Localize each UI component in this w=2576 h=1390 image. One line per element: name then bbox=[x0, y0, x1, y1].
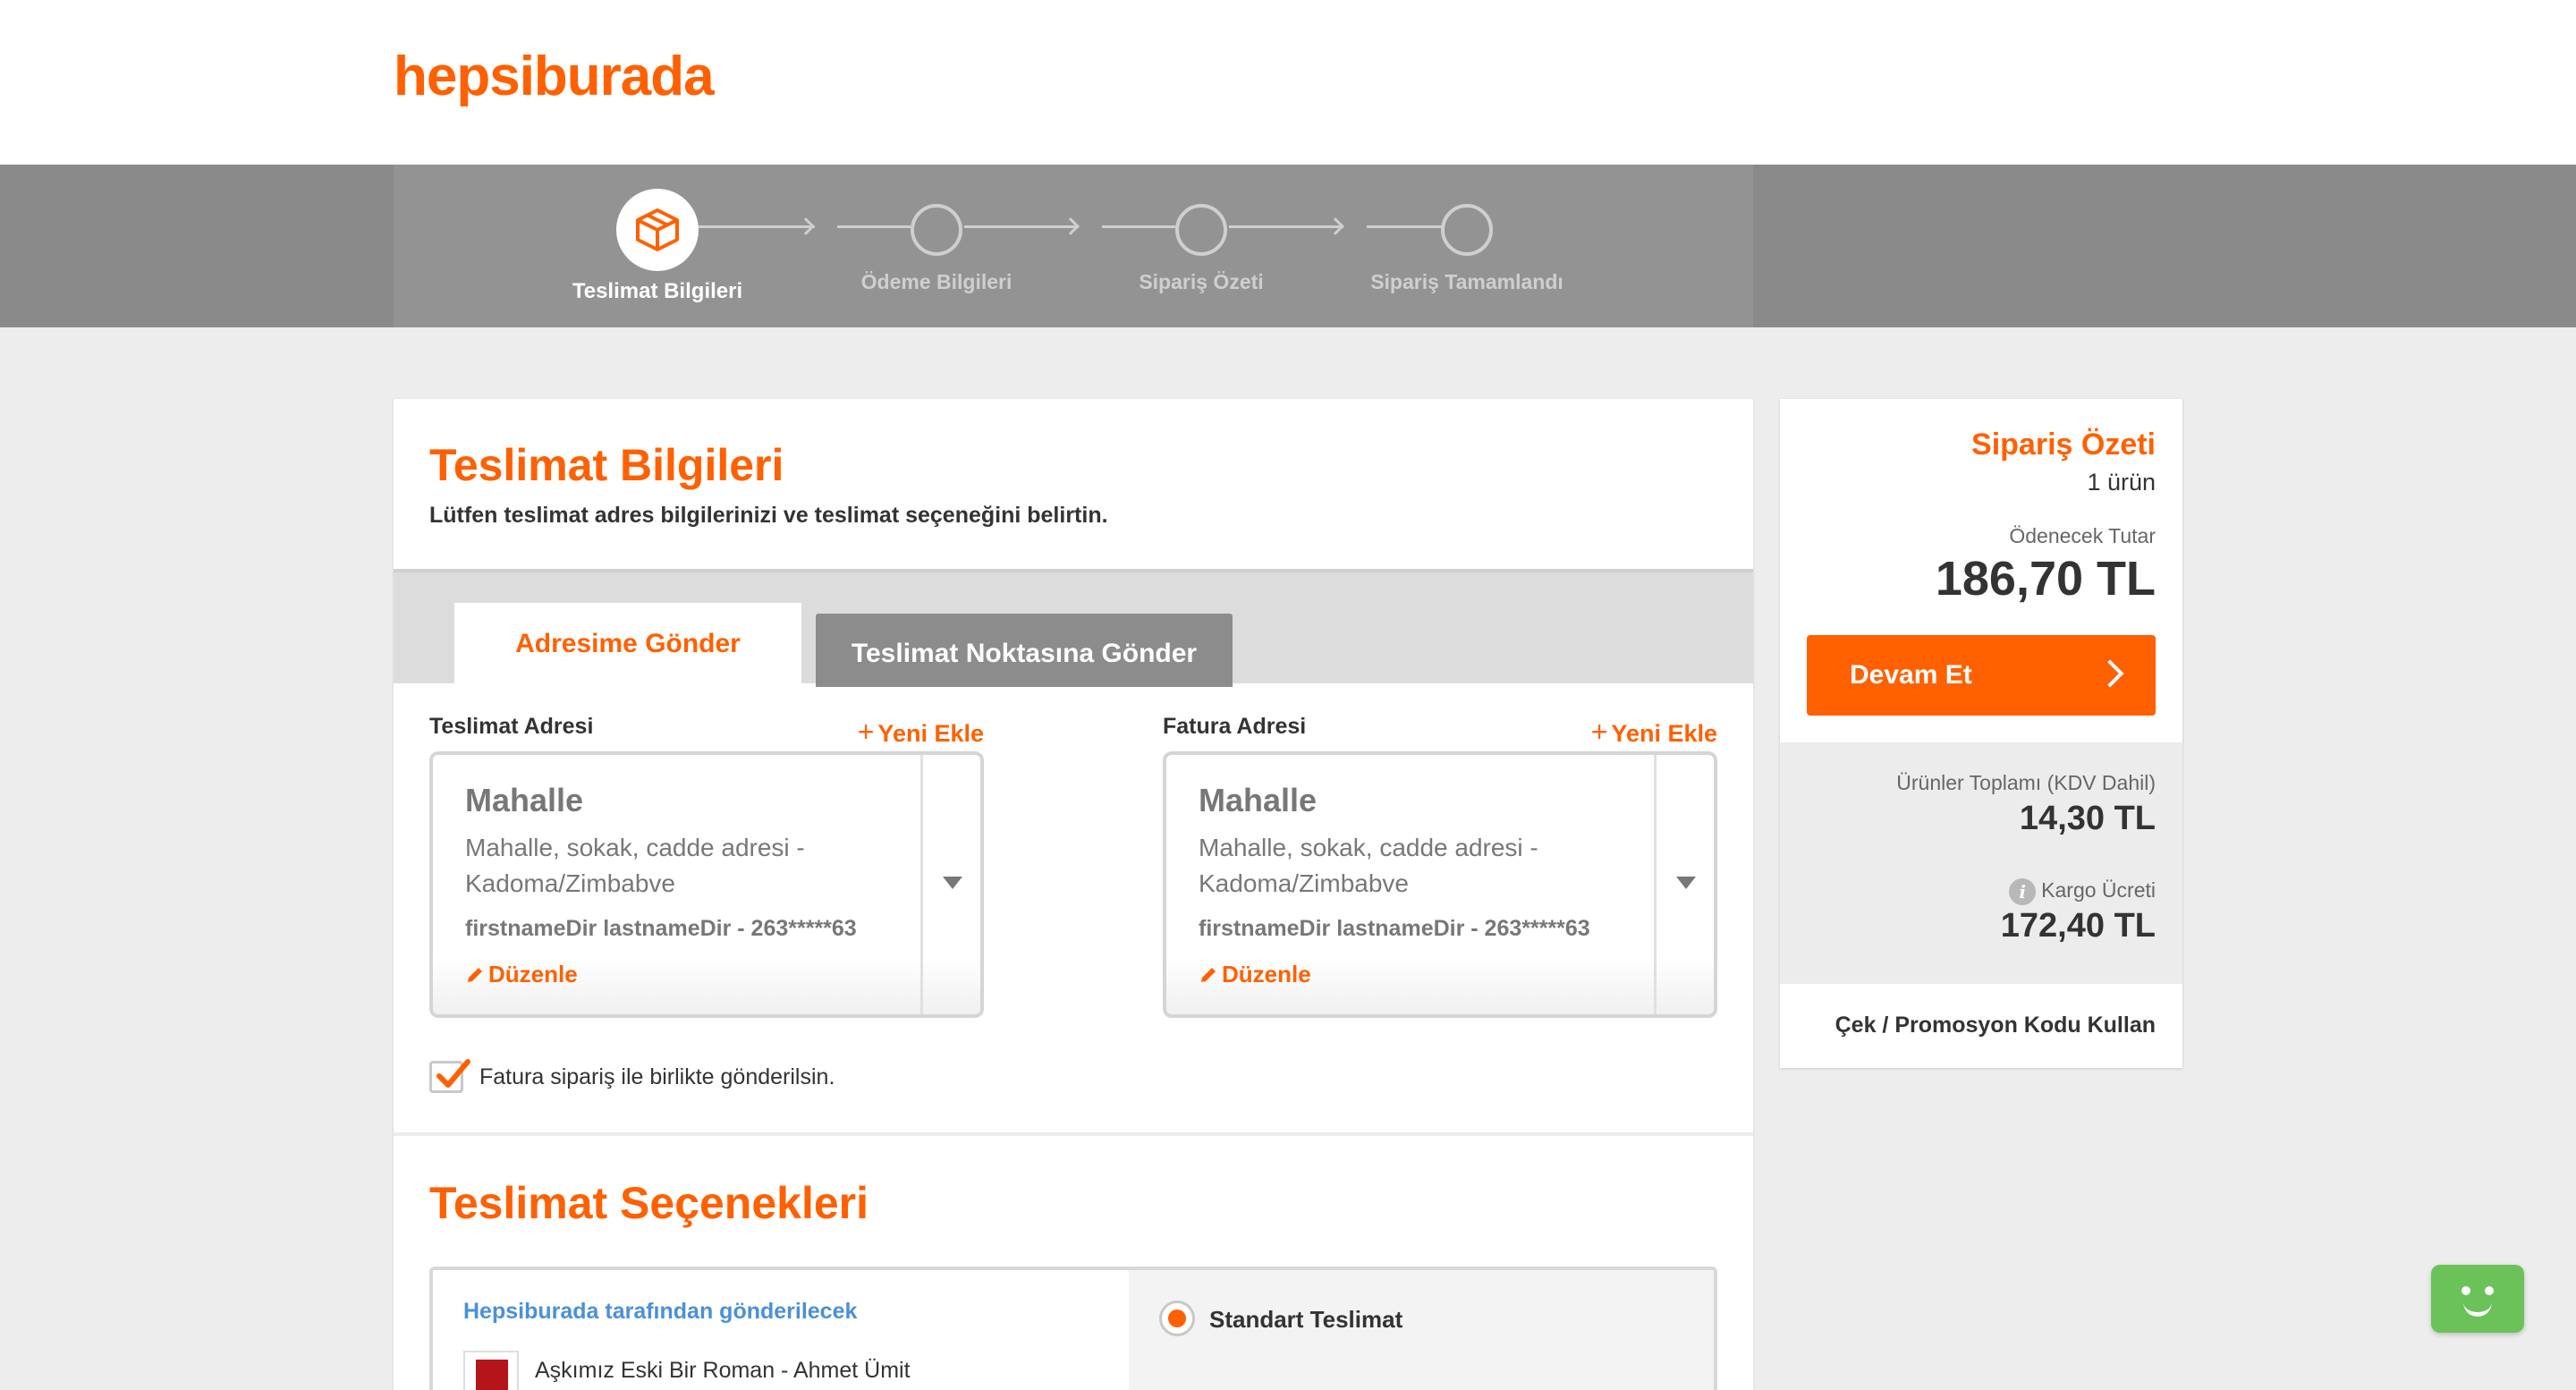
address-line: Kadoma/Zimbabve bbox=[465, 869, 676, 897]
radio-selected-dot bbox=[1168, 1309, 1186, 1327]
chat-eye bbox=[2485, 1286, 2494, 1295]
step-order-summary: Sipariş Özeti bbox=[1067, 165, 1335, 327]
pencil-icon bbox=[468, 968, 482, 982]
delivery-options-title: Teslimat Seçenekleri bbox=[429, 1178, 869, 1228]
billing-address-select[interactable]: Mahalle Mahalle, sokak, cadde adresi - K… bbox=[1163, 751, 1717, 1018]
step-circle bbox=[911, 204, 962, 256]
cargo-fee-row: i Kargo Ücreti bbox=[2009, 878, 2156, 905]
checkmark-icon bbox=[436, 1059, 470, 1088]
promo-code-link[interactable]: Çek / Promosyon Kodu Kullan bbox=[1835, 1013, 2156, 1038]
caret-down-icon[interactable] bbox=[1676, 877, 1696, 889]
cargo-fee-value: 172,40 TL bbox=[2000, 907, 2156, 945]
add-shipping-address-button[interactable]: + Yeni Ekle bbox=[858, 716, 984, 749]
delivery-options-box: Hepsiburada tarafından gönderilecek Aşkı… bbox=[429, 1267, 1717, 1390]
chat-bot-button[interactable] bbox=[2431, 1265, 2524, 1333]
step-label: Sipariş Tamamlandı bbox=[1370, 270, 1563, 293]
step-circle bbox=[1175, 204, 1227, 256]
products-total-value: 14,30 TL bbox=[2019, 800, 2156, 837]
step-circle-active bbox=[616, 189, 699, 271]
product-name: Aşkımız Eski Bir Roman - Ahmet Ümit bbox=[535, 1358, 911, 1383]
amount-due-value: 186,70 TL bbox=[1935, 552, 2156, 606]
caret-down-icon[interactable] bbox=[943, 877, 962, 889]
invoice-with-order-checkbox[interactable] bbox=[429, 1059, 470, 1093]
seller-name: Hepsiburada tarafından gönderilecek bbox=[463, 1299, 858, 1324]
item-count: 1 ürün bbox=[2087, 469, 2156, 496]
shipping-address-select[interactable]: Mahalle Mahalle, sokak, cadde adresi - K… bbox=[429, 751, 984, 1018]
pencil-icon bbox=[1201, 968, 1216, 982]
edit-shipping-address-button[interactable]: Düzenle bbox=[465, 961, 578, 988]
invoice-with-order-label: Fatura sipariş ile birlikte gönderilsin. bbox=[479, 1064, 835, 1089]
step-payment-info: Ödeme Bilgileri bbox=[802, 165, 1071, 327]
address-person: firstnameDir lastnameDir - 263*****63 bbox=[1199, 916, 1590, 941]
standard-delivery-radio[interactable] bbox=[1159, 1301, 1195, 1336]
order-summary-title: Sipariş Özeti bbox=[1971, 428, 2156, 462]
edit-label: Düzenle bbox=[488, 961, 578, 987]
step-connector bbox=[1102, 225, 1175, 228]
continue-button[interactable]: Devam Et bbox=[1807, 635, 2156, 716]
delivery-tabs: Adresime Gönder Teslimat Noktasına Gönde… bbox=[394, 569, 1753, 687]
amount-due-label: Ödenecek Tutar bbox=[2009, 524, 2156, 547]
step-label: Teslimat Bilgileri bbox=[572, 279, 743, 303]
add-new-label: Yeni Ekle bbox=[877, 720, 984, 747]
standard-delivery-label[interactable]: Standart Teslimat bbox=[1209, 1306, 1402, 1334]
chat-eye bbox=[2462, 1286, 2470, 1295]
address-person: firstnameDir lastnameDir - 263*****63 bbox=[465, 916, 857, 941]
chevron-right-icon bbox=[2096, 659, 2124, 688]
box-icon bbox=[636, 208, 679, 251]
step-label: Sipariş Özeti bbox=[1139, 270, 1264, 293]
edit-label: Düzenle bbox=[1222, 961, 1311, 987]
tab-send-to-pickup-point[interactable]: Teslimat Noktasına Gönder bbox=[816, 614, 1233, 687]
step-connector bbox=[837, 225, 911, 228]
select-divider bbox=[920, 755, 923, 1014]
site-header: hepsiburada bbox=[0, 0, 2576, 165]
step-label: Ödeme Bilgileri bbox=[860, 270, 1013, 293]
product-thumbnail bbox=[463, 1351, 519, 1390]
page-subtitle: Lütfen teslimat adres bilgilerinizi ve t… bbox=[429, 503, 1108, 528]
checkout-stepper: Teslimat Bilgileri Ödeme Bilgileri Sipar… bbox=[0, 165, 2576, 327]
plus-icon: + bbox=[1590, 716, 1608, 748]
tab-send-to-address[interactable]: Adresime Gönder bbox=[454, 603, 801, 687]
chat-smile-icon bbox=[2463, 1302, 2492, 1317]
step-circle bbox=[1441, 204, 1493, 256]
step-delivery-info: Teslimat Bilgileri bbox=[523, 165, 792, 327]
hepsiburada-logo[interactable]: hepsiburada bbox=[394, 45, 715, 108]
delivery-option-panel: Standart Teslimat bbox=[1129, 1270, 1714, 1390]
address-title: Mahalle bbox=[1199, 782, 1318, 818]
edit-billing-address-button[interactable]: Düzenle bbox=[1199, 961, 1311, 988]
delivery-info-card: Teslimat Bilgileri Lütfen teslimat adres… bbox=[394, 399, 1753, 1390]
page-title: Teslimat Bilgileri bbox=[429, 440, 784, 490]
totals-breakdown: Ürünler Toplamı (KDV Dahil) 14,30 TL i Ka… bbox=[1780, 742, 2182, 984]
shipping-address-section: Teslimat Adresi + Yeni Ekle Mahalle Mahal… bbox=[429, 714, 984, 1018]
billing-address-section: Fatura Adresi + Yeni Ekle Mahalle Mahalle… bbox=[1163, 714, 1717, 1018]
continue-label: Devam Et bbox=[1850, 660, 1972, 690]
stepper-inner: Teslimat Bilgileri Ödeme Bilgileri Sipar… bbox=[394, 165, 1753, 327]
cargo-fee-label: Kargo Ücreti bbox=[2041, 878, 2156, 903]
address-line: Kadoma/Zimbabve bbox=[1199, 869, 1410, 897]
plus-icon: + bbox=[857, 716, 875, 748]
order-summary-panel: Sipariş Özeti 1 ürün Ödenecek Tutar 186,… bbox=[1780, 399, 2182, 1068]
products-total-label: Ürünler Toplamı (KDV Dahil) bbox=[1896, 771, 2156, 794]
section-divider bbox=[394, 1132, 1753, 1136]
step-order-complete: Sipariş Tamamlandı bbox=[1333, 165, 1601, 327]
add-billing-address-button[interactable]: + Yeni Ekle bbox=[1591, 716, 1717, 749]
step-connector bbox=[1367, 225, 1442, 228]
select-divider bbox=[1654, 755, 1657, 1014]
address-title: Mahalle bbox=[465, 782, 584, 818]
book-cover-icon bbox=[476, 1360, 508, 1390]
info-icon[interactable]: i bbox=[2009, 878, 2037, 905]
address-line: Mahalle, sokak, cadde adresi - bbox=[1199, 834, 1538, 861]
address-line: Mahalle, sokak, cadde adresi - bbox=[465, 834, 805, 861]
add-new-label: Yeni Ekle bbox=[1611, 720, 1717, 747]
